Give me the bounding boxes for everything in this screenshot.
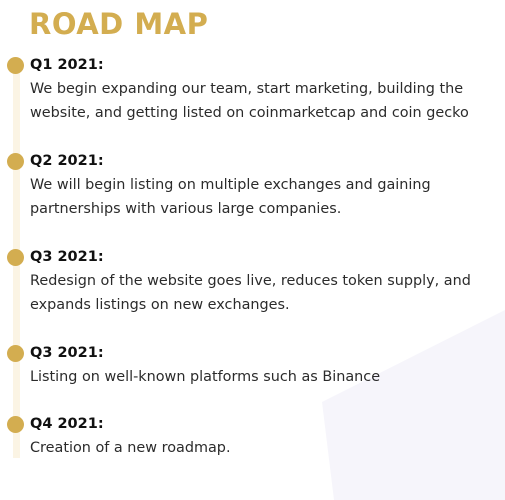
milestone-dot-icon [7, 57, 24, 74]
milestone-dot-icon [7, 416, 24, 433]
milestone-quarter: Q3 2021: [30, 249, 104, 265]
milestone-quarter: Q1 2021: [30, 57, 104, 73]
milestone-quarter: Q3 2021: [30, 345, 104, 361]
milestone-description: We will begin listing on multiple exchan… [30, 177, 431, 217]
milestone-description: Redesign of the website goes live, reduc… [30, 273, 471, 313]
milestone-dot-icon [7, 345, 24, 362]
milestone-quarter: Q2 2021: [30, 153, 104, 169]
page-title: ROAD MAP [29, 7, 209, 41]
milestone-quarter: Q4 2021: [30, 416, 104, 432]
milestone-description: Listing on well-known platforms such as … [30, 369, 381, 385]
milestone-dot-icon [7, 153, 24, 170]
milestone-description: We begin expanding our team, start marke… [30, 81, 469, 121]
milestone-description: Creation of a new roadmap. [30, 440, 231, 456]
milestone-dot-icon [7, 249, 24, 266]
